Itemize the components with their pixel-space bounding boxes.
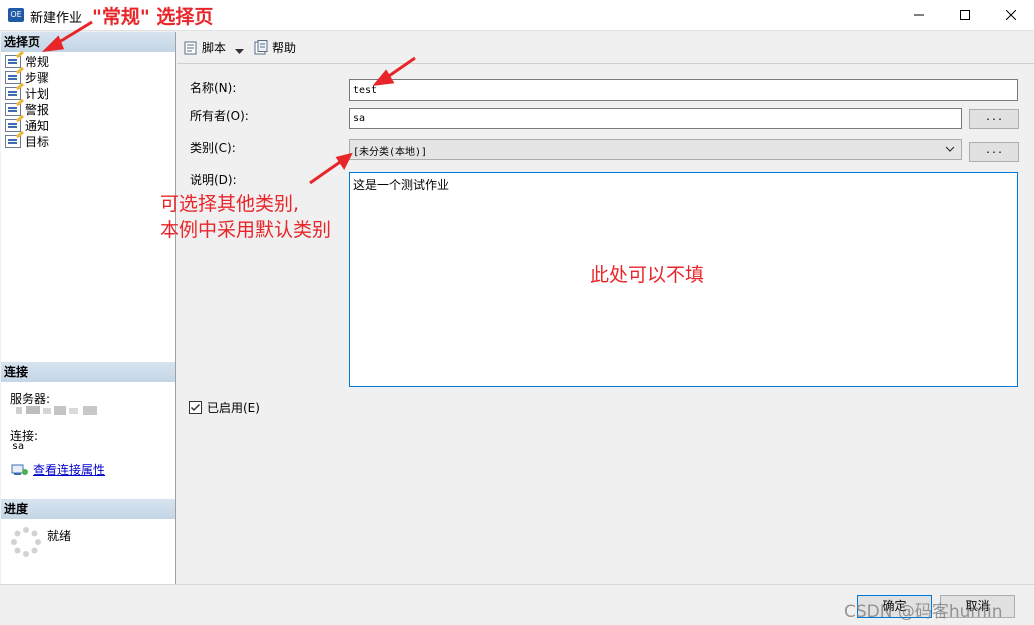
annotation-description-note: 此处可以不填 — [590, 264, 705, 286]
arrow-category-line — [309, 160, 341, 185]
arrow-name-line — [385, 56, 416, 80]
arrow-general-line — [55, 20, 93, 46]
arrow-category-head — [335, 152, 353, 170]
arrow-general-head — [41, 35, 65, 53]
watermark: CSDN @码客humin — [844, 602, 1003, 622]
dialog-button-bar: 确定 取消 CSDN @码客humin — [0, 584, 1034, 625]
annotation-category-line2: 本例中采用默认类别 — [160, 219, 332, 241]
annotation-arrows — [41, 20, 416, 185]
annotation-category-line1: 可选择其他类别, — [160, 193, 300, 215]
annotation-category-note: 可选择其他类别, 本例中采用默认类别 — [160, 191, 331, 243]
